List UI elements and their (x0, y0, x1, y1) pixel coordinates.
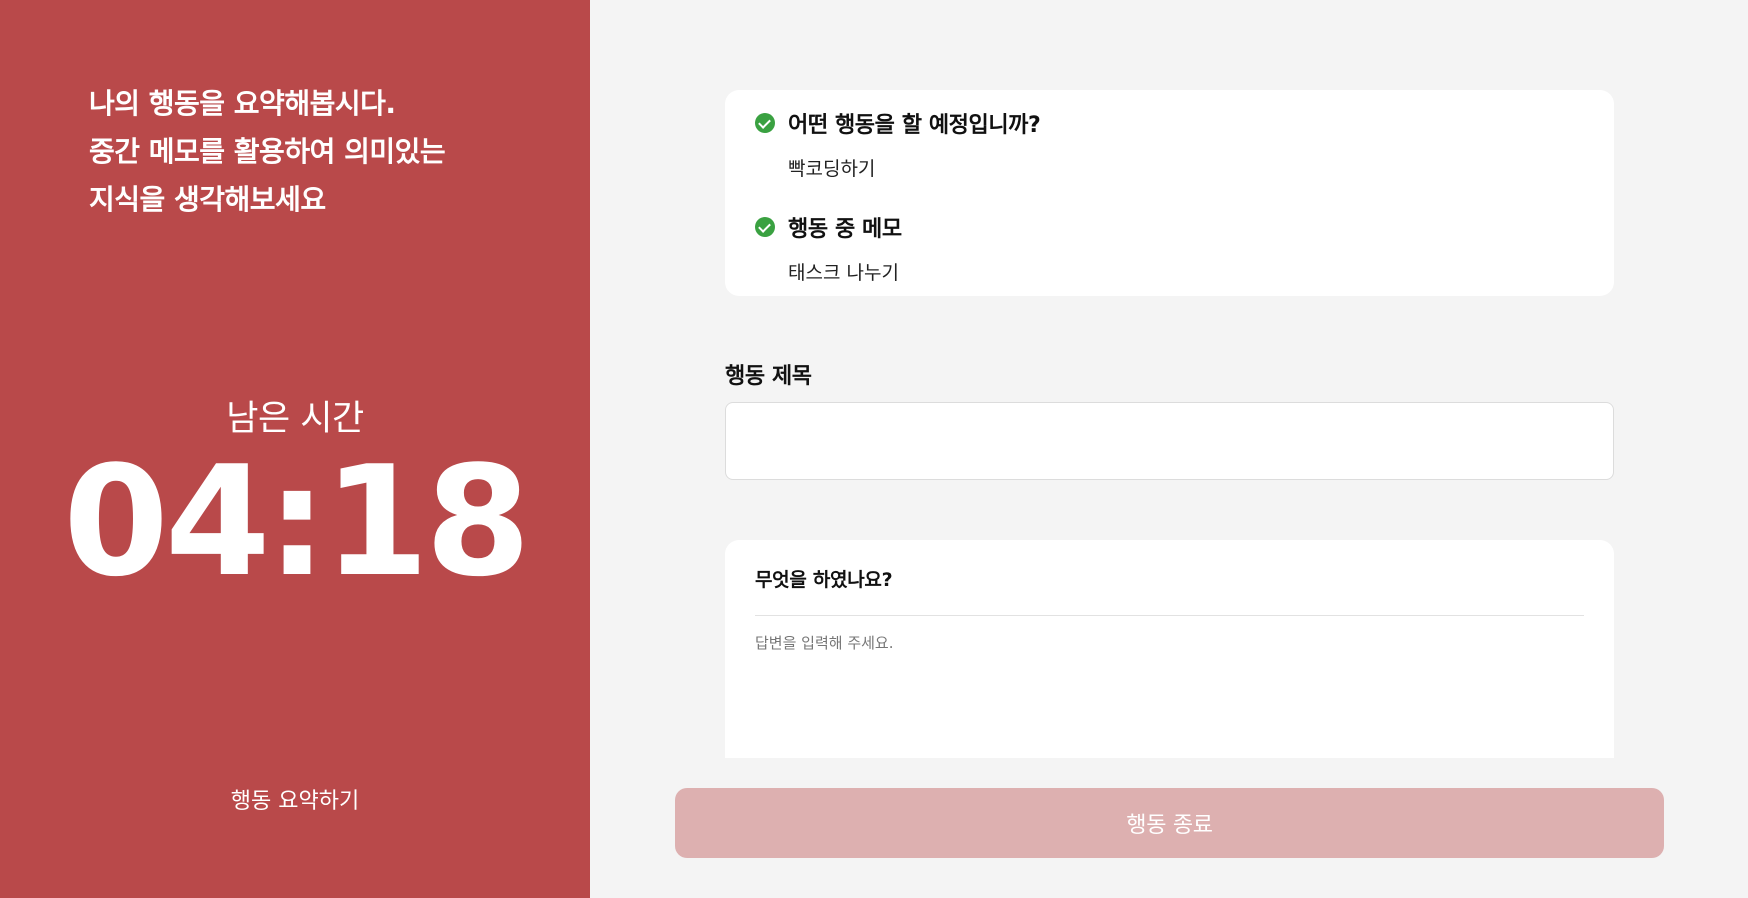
summary-link[interactable]: 행동 요약하기 (0, 783, 590, 815)
intro-line: 중간 메모를 활용하여 의미있는 (89, 135, 446, 168)
plan-item: 행동 중 메모 (755, 211, 902, 243)
intro-line: 지식을 생각해보세요 (89, 183, 326, 216)
answer-question: 무엇을 하였나요? (755, 569, 893, 591)
plan-question: 어떤 행동을 할 예정입니까? (788, 113, 1041, 138)
right-panel: 어떤 행동을 할 예정입니까? 빡코딩하기 행동 중 메모 태스크 나누기 행동… (590, 0, 1748, 898)
intro-line: 나의 행동을 요약해봅시다. (89, 87, 396, 120)
divider (755, 615, 1584, 616)
title-input[interactable] (725, 402, 1614, 480)
plan-item: 어떤 행동을 할 예정입니까? (755, 107, 1041, 139)
intro-text: 나의 행동을 요약해봅시다. 중간 메모를 활용하여 의미있는 지식을 생각해보… (89, 80, 569, 224)
left-panel: 나의 행동을 요약해봅시다. 중간 메모를 활용하여 의미있는 지식을 생각해보… (0, 0, 590, 898)
plan-card: 어떤 행동을 할 예정입니까? 빡코딩하기 행동 중 메모 태스크 나누기 (725, 90, 1614, 296)
check-circle-icon (755, 113, 775, 133)
answer-input[interactable] (755, 632, 1584, 742)
plan-answer: 빡코딩하기 (788, 158, 876, 180)
check-circle-icon (755, 217, 775, 237)
plan-answer: 태스크 나누기 (788, 262, 899, 284)
title-label: 행동 제목 (725, 364, 812, 389)
plan-question: 행동 중 메모 (788, 217, 902, 242)
timer-value: 04:18 (63, 433, 531, 610)
answer-card: 무엇을 하였나요? (725, 540, 1614, 758)
end-button[interactable]: 행동 종료 (675, 788, 1664, 858)
